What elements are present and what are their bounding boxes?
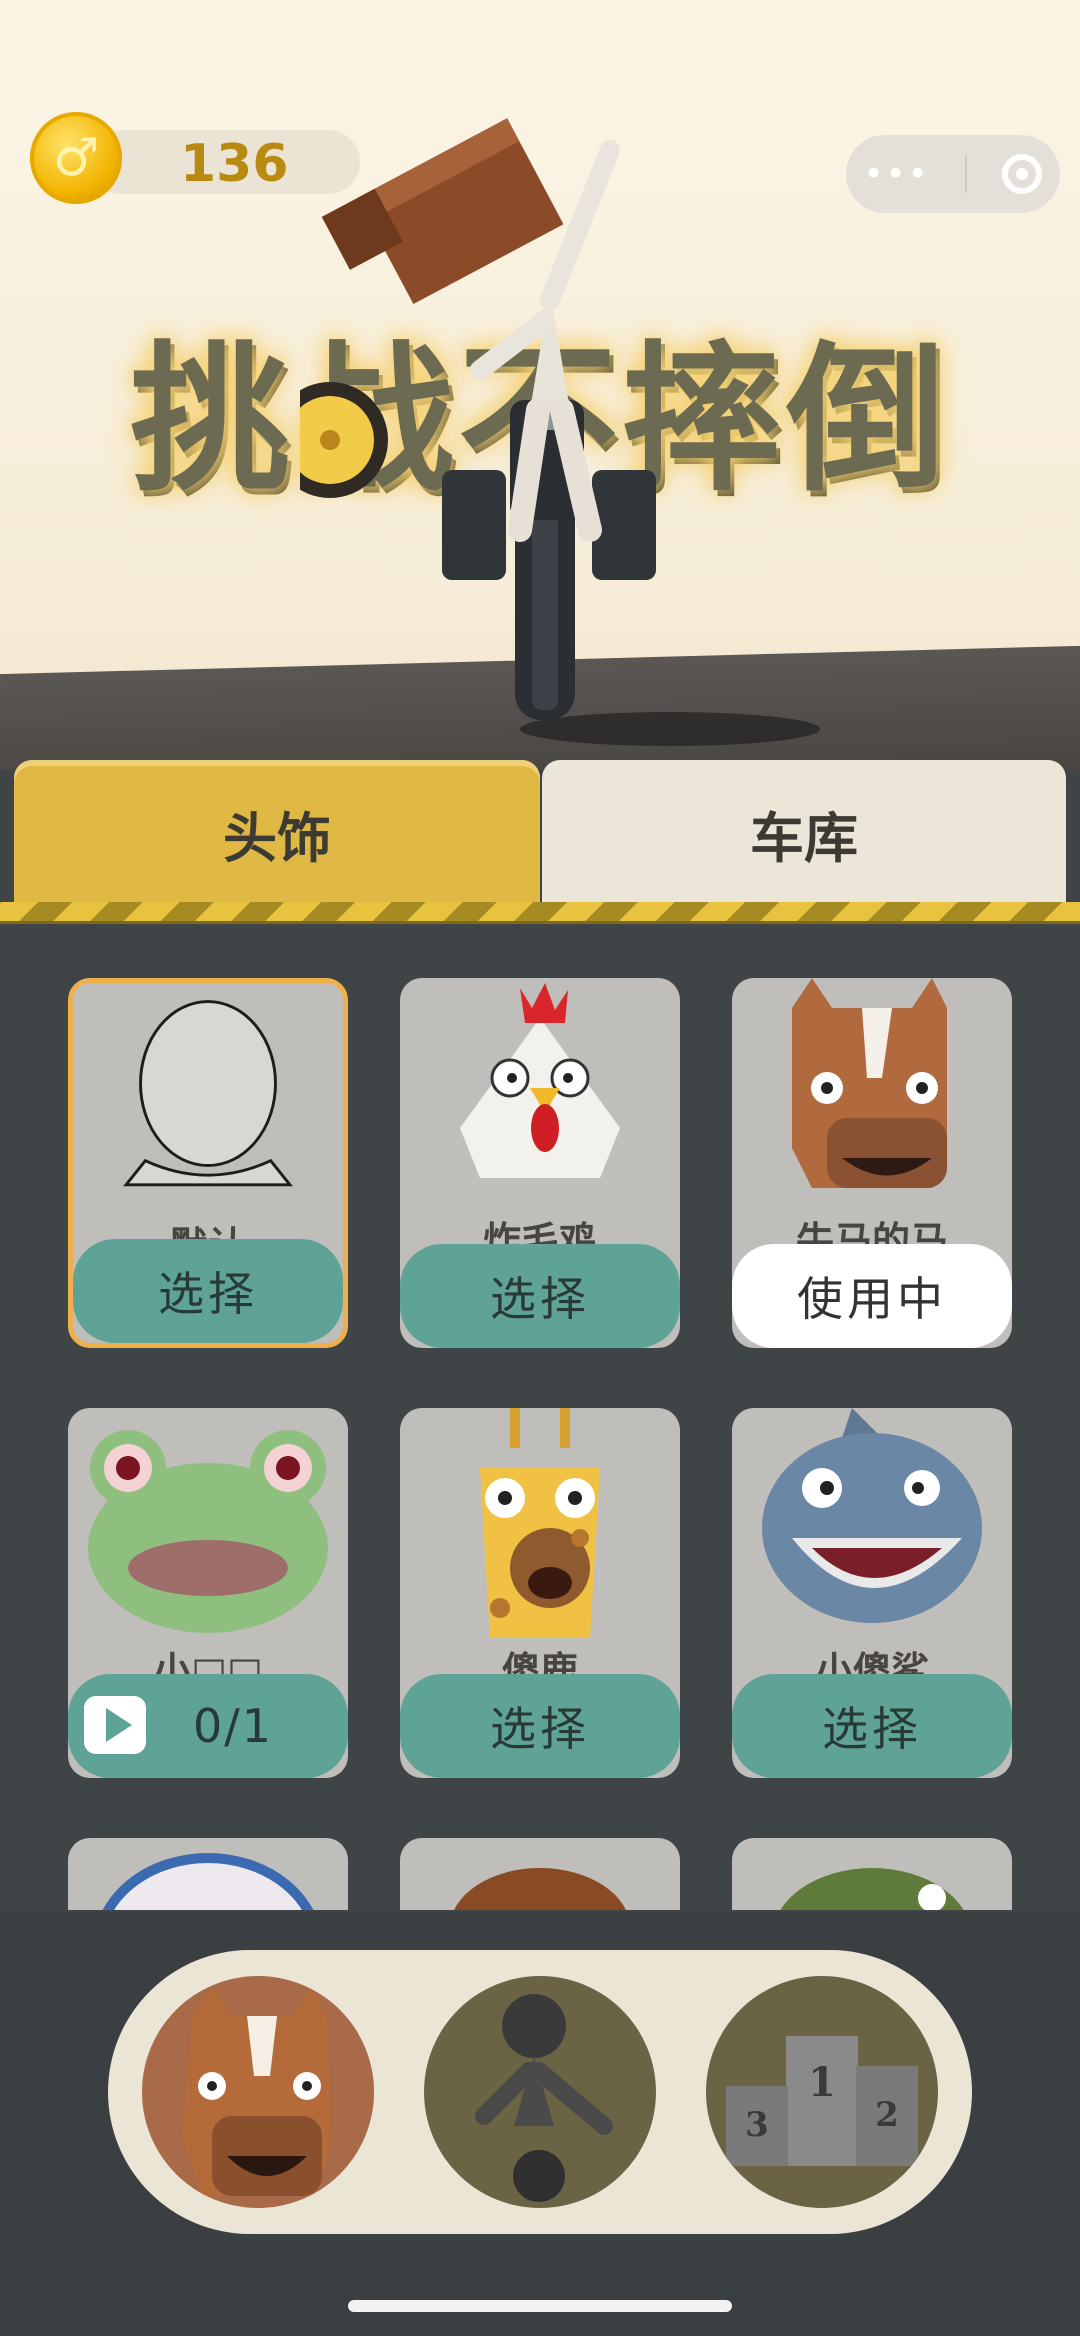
- select-button[interactable]: 选择: [73, 1239, 343, 1343]
- svg-text:3: 3: [745, 2105, 769, 2145]
- bottom-nav: 1 3 2: [108, 1950, 972, 2234]
- rider-illustration: [300, 118, 656, 720]
- hair-head-icon: [454, 1868, 626, 1910]
- default-head-icon: [123, 1000, 293, 1187]
- item-card-partial[interactable]: [732, 1838, 1012, 1910]
- helmet-head-icon: [102, 1853, 314, 1910]
- game-scene: 挑战不摔倒 ♂ 136 •••: [0, 0, 1080, 770]
- nav-leaderboard-button[interactable]: 1 3 2: [706, 1976, 938, 2208]
- in-use-button[interactable]: 使用中: [732, 1244, 1012, 1348]
- item-card-default[interactable]: 默认 选择: [68, 978, 348, 1348]
- svg-text:1: 1: [808, 2059, 836, 2106]
- item-card-chicken[interactable]: 炸毛鸡 选择: [400, 978, 680, 1348]
- close-miniprogram-icon[interactable]: [1002, 154, 1043, 194]
- tab-garage[interactable]: 车库: [542, 760, 1066, 906]
- horse-head-icon: [792, 978, 947, 1188]
- item-card-horse[interactable]: 牛马的马 使用中: [732, 978, 1012, 1348]
- chicken-head-icon: [460, 983, 620, 1178]
- tab-headwear[interactable]: 头饰: [14, 760, 540, 906]
- item-grid[interactable]: 默认 选择 炸毛鸡 选择 牛马的马 使用中: [0, 940, 1080, 1910]
- item-card-shark[interactable]: 小傻鲨 选择: [732, 1408, 1012, 1778]
- item-card-deer[interactable]: 傻鹿 选择: [400, 1408, 680, 1778]
- coin-icon: ♂: [30, 112, 122, 204]
- item-card-partial[interactable]: [400, 1838, 680, 1910]
- podium-icon: 1 3 2: [726, 2036, 918, 2166]
- capsule-divider: [965, 155, 968, 193]
- nav-headwear-button[interactable]: [142, 1976, 374, 2208]
- nav-character-button[interactable]: [424, 1976, 656, 2208]
- home-indicator[interactable]: [348, 2300, 732, 2312]
- svg-text:2: 2: [875, 2095, 899, 2135]
- frog-head-icon: [88, 1430, 328, 1633]
- category-tabs: 头饰 车库: [0, 760, 1080, 924]
- play-video-icon: [84, 1696, 146, 1754]
- shark-head-icon: [762, 1408, 982, 1623]
- horse-head-icon: [182, 1986, 332, 2196]
- item-card-frog[interactable]: 小□□ 0/1: [68, 1408, 348, 1778]
- item-card-partial[interactable]: [68, 1838, 348, 1910]
- crocodile-head-icon: [780, 1868, 964, 1910]
- ad-progress: 0/1: [192, 1699, 274, 1753]
- rider-icon: [475, 1994, 613, 2202]
- select-button[interactable]: 选择: [400, 1244, 680, 1348]
- more-icon[interactable]: •••: [864, 154, 930, 194]
- coin-counter: ♂ 136: [30, 112, 360, 204]
- mini-program-capsule: •••: [846, 135, 1060, 213]
- giraffe-head-icon: [480, 1408, 600, 1638]
- select-button[interactable]: 选择: [400, 1674, 680, 1778]
- coin-count: 136: [180, 134, 289, 194]
- select-button[interactable]: 选择: [732, 1674, 1012, 1778]
- hazard-stripe: [0, 902, 1080, 924]
- watch-ad-button[interactable]: 0/1: [68, 1674, 348, 1778]
